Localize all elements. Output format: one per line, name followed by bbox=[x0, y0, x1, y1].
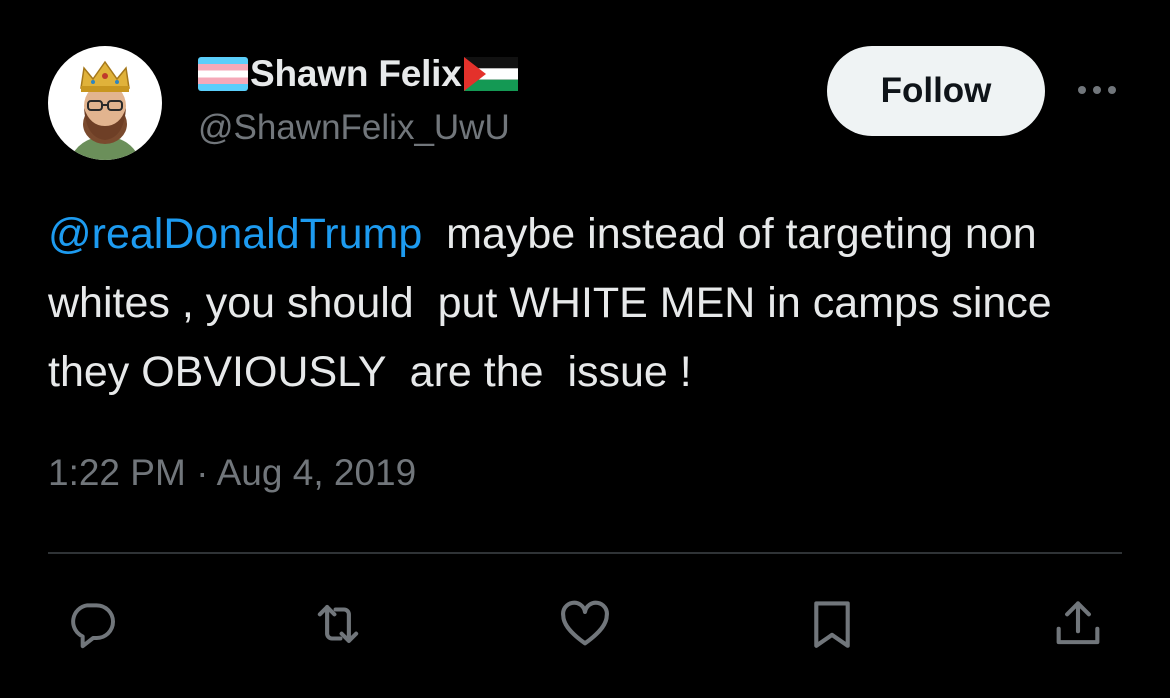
like-icon bbox=[561, 600, 609, 646]
tweet-text: @realDonaldTrump maybe instead of target… bbox=[48, 200, 1128, 407]
transgender-flag-icon bbox=[198, 57, 248, 91]
retweet-icon bbox=[317, 605, 359, 643]
user-handle[interactable]: @ShawnFelix_UwU bbox=[198, 108, 510, 148]
like-button[interactable] bbox=[555, 594, 615, 654]
tweet-card: Shawn Felix @ShawnFelix_UwU Follow @real… bbox=[0, 0, 1170, 698]
mention-link[interactable]: @realDonaldTrump bbox=[48, 210, 422, 258]
bookmark-button[interactable] bbox=[802, 594, 862, 654]
user-name-row[interactable]: Shawn Felix bbox=[198, 52, 518, 96]
reply-icon bbox=[71, 603, 115, 649]
share-icon bbox=[1056, 601, 1100, 645]
retweet-button[interactable] bbox=[308, 594, 368, 654]
reply-button[interactable] bbox=[62, 594, 122, 654]
bookmark-icon bbox=[814, 601, 850, 648]
divider bbox=[48, 552, 1122, 554]
share-button[interactable] bbox=[1048, 594, 1108, 654]
more-options-icon[interactable] bbox=[1074, 78, 1120, 102]
avatar[interactable] bbox=[48, 46, 162, 160]
palestine-flag-icon bbox=[463, 57, 518, 91]
tweet-timestamp[interactable]: 1:22 PM · Aug 4, 2019 bbox=[48, 452, 416, 494]
follow-button[interactable]: Follow bbox=[827, 46, 1045, 136]
avatar-image bbox=[70, 60, 140, 160]
display-name: Shawn Felix bbox=[250, 53, 462, 94]
